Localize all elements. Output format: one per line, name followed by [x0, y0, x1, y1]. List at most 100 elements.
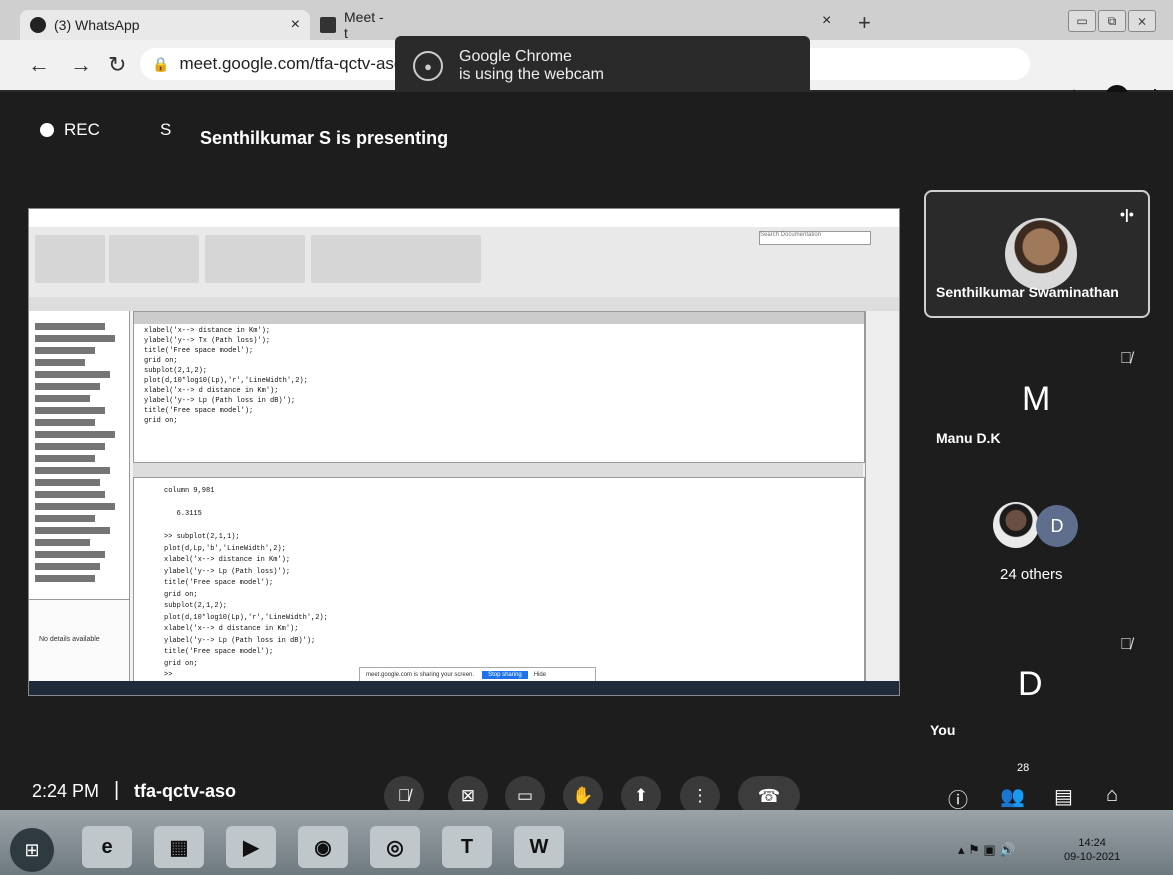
participant-photo [1005, 218, 1077, 290]
windows-logo-icon: ⊞ [24, 839, 40, 860]
ribbon-group [109, 235, 199, 283]
hide-button[interactable]: Hide [534, 672, 546, 678]
tab-meet[interactable]: Meet - t [310, 9, 400, 41]
word-icon[interactable]: W [514, 826, 564, 868]
tab-whatsapp[interactable]: (3) WhatsApp × [20, 10, 310, 40]
phone-hangup-icon: ☎ [757, 785, 781, 806]
system-clock[interactable]: 14:24 09-10-2021 [1064, 836, 1120, 864]
internet-explorer-icon[interactable]: e [82, 826, 132, 868]
file-row[interactable] [35, 359, 85, 366]
chat-icon[interactable]: ▤ [1054, 784, 1073, 809]
file-row[interactable] [35, 335, 115, 342]
url-text: meet.google.com/tfa-qctv-aso [179, 54, 404, 73]
file-row[interactable] [35, 395, 90, 402]
participant-initial: D [1018, 665, 1043, 703]
media-player-icon[interactable]: ▶ [226, 826, 276, 868]
camera-off-icon: ⊠ [460, 786, 476, 805]
restore-button[interactable]: ⧉ [1098, 10, 1126, 32]
activities-icon[interactable]: ⌂ [1106, 784, 1118, 807]
file-explorer-icon[interactable]: ▦ [154, 826, 204, 868]
tab-label: Meet - t [344, 9, 384, 41]
minimize-button[interactable]: ▭ [1068, 10, 1096, 32]
editor-tabs[interactable] [134, 312, 864, 324]
file-row[interactable] [35, 527, 110, 534]
presenting-banner: Senthilkumar S is presenting [200, 128, 449, 148]
participant-name: You [930, 722, 956, 738]
separator: | [114, 779, 120, 801]
chrome-icon[interactable]: ◎ [370, 826, 420, 868]
webcam-notification[interactable]: ● Google Chrome is using the webcam [395, 36, 810, 96]
participant-photo [993, 502, 1039, 548]
kebab-icon: ⋮ [691, 786, 709, 805]
lock-icon: 🔒 [152, 55, 170, 72]
file-row[interactable] [35, 563, 100, 570]
file-row[interactable] [35, 491, 105, 498]
meeting-code: tfa-qctv-aso [134, 781, 237, 801]
people-icon[interactable]: 👥 [1000, 784, 1025, 809]
participant-name: Manu D.K [936, 430, 1001, 446]
presenter-initial: S [160, 120, 172, 139]
others-count-label[interactable]: 24 others [1000, 566, 1063, 583]
file-row[interactable] [35, 443, 105, 450]
whatsapp-icon [30, 17, 46, 33]
close-tab-icon[interactable]: × [291, 16, 300, 34]
participant-avatar: D [1036, 505, 1078, 547]
present-icon: ⬆ [633, 786, 649, 805]
file-row[interactable] [35, 479, 100, 486]
command-window-header [133, 463, 863, 477]
file-row[interactable] [35, 383, 100, 390]
shared-screen: Search Documentation No details availabl… [28, 208, 900, 696]
file-row[interactable] [35, 431, 115, 438]
file-row[interactable] [35, 419, 95, 426]
details-panel: No details available [29, 599, 129, 684]
file-row[interactable] [35, 323, 105, 330]
file-row[interactable] [35, 515, 95, 522]
meeting-info-icon[interactable]: ⓘ [948, 784, 968, 813]
matlab-ribbon: Search Documentation [29, 227, 899, 298]
command-output: column 9,981 6.3115 >> subplot(2,1,1); p… [164, 487, 328, 679]
ribbon-group [311, 235, 481, 283]
close-window-button[interactable]: ⨯ [1128, 10, 1156, 32]
matlab-editor[interactable]: xlabel('x--> distance in Km'); ylabel('y… [133, 311, 865, 463]
notification-body: is using the webcam [459, 66, 604, 83]
file-row[interactable] [35, 503, 115, 510]
file-row[interactable] [35, 539, 90, 546]
hand-icon: ✋ [572, 786, 594, 805]
workspace-panel [865, 311, 899, 681]
remote-taskbar [29, 681, 899, 695]
file-row[interactable] [35, 455, 95, 462]
participants-count-badge: 28 [1017, 762, 1030, 774]
stop-sharing-button[interactable]: Stop sharing [482, 671, 528, 679]
file-row[interactable] [35, 575, 95, 582]
file-row[interactable] [35, 407, 105, 414]
speaking-indicator-icon: •|• [1120, 206, 1134, 222]
file-row[interactable] [35, 347, 95, 354]
new-tab-button[interactable]: + [858, 10, 871, 36]
file-row[interactable] [35, 551, 105, 558]
file-row[interactable] [35, 371, 110, 378]
command-window[interactable]: column 9,981 6.3115 >> subplot(2,1,1); p… [133, 477, 865, 683]
captions-icon: ▭ [516, 786, 534, 805]
webcam-icon: ● [413, 51, 443, 81]
file-row[interactable] [35, 467, 110, 474]
firefox-icon[interactable]: ◉ [298, 826, 348, 868]
system-time: 14:24 [1078, 837, 1106, 849]
mic-off-icon: 🎙̸ [397, 786, 411, 805]
ribbon-group [205, 235, 305, 283]
notification-title: Google Chrome [459, 48, 572, 65]
recording-dot-icon [40, 123, 54, 137]
documentation-search[interactable]: Search Documentation [759, 231, 871, 245]
meet-icon [320, 17, 336, 33]
share-bar-text: meet.google.com is sharing your screen. [366, 672, 475, 678]
matlab-titlebar [29, 209, 899, 227]
reload-icon[interactable]: ↻ [108, 52, 126, 78]
close-tab-icon[interactable]: × [822, 12, 831, 30]
teams-icon[interactable]: T [442, 826, 492, 868]
meeting-clock: 2:24 PM [32, 781, 100, 801]
start-button[interactable]: ⊞ [10, 828, 54, 872]
forward-arrow-icon[interactable]: → [70, 52, 92, 78]
back-arrow-icon[interactable]: ← [28, 52, 50, 78]
system-tray-icons[interactable]: ▴ ⚑ ▣ 🔊 [958, 842, 1015, 858]
matlab-path-bar [29, 297, 899, 311]
mic-muted-icon: 🎙̸ [1120, 636, 1132, 653]
